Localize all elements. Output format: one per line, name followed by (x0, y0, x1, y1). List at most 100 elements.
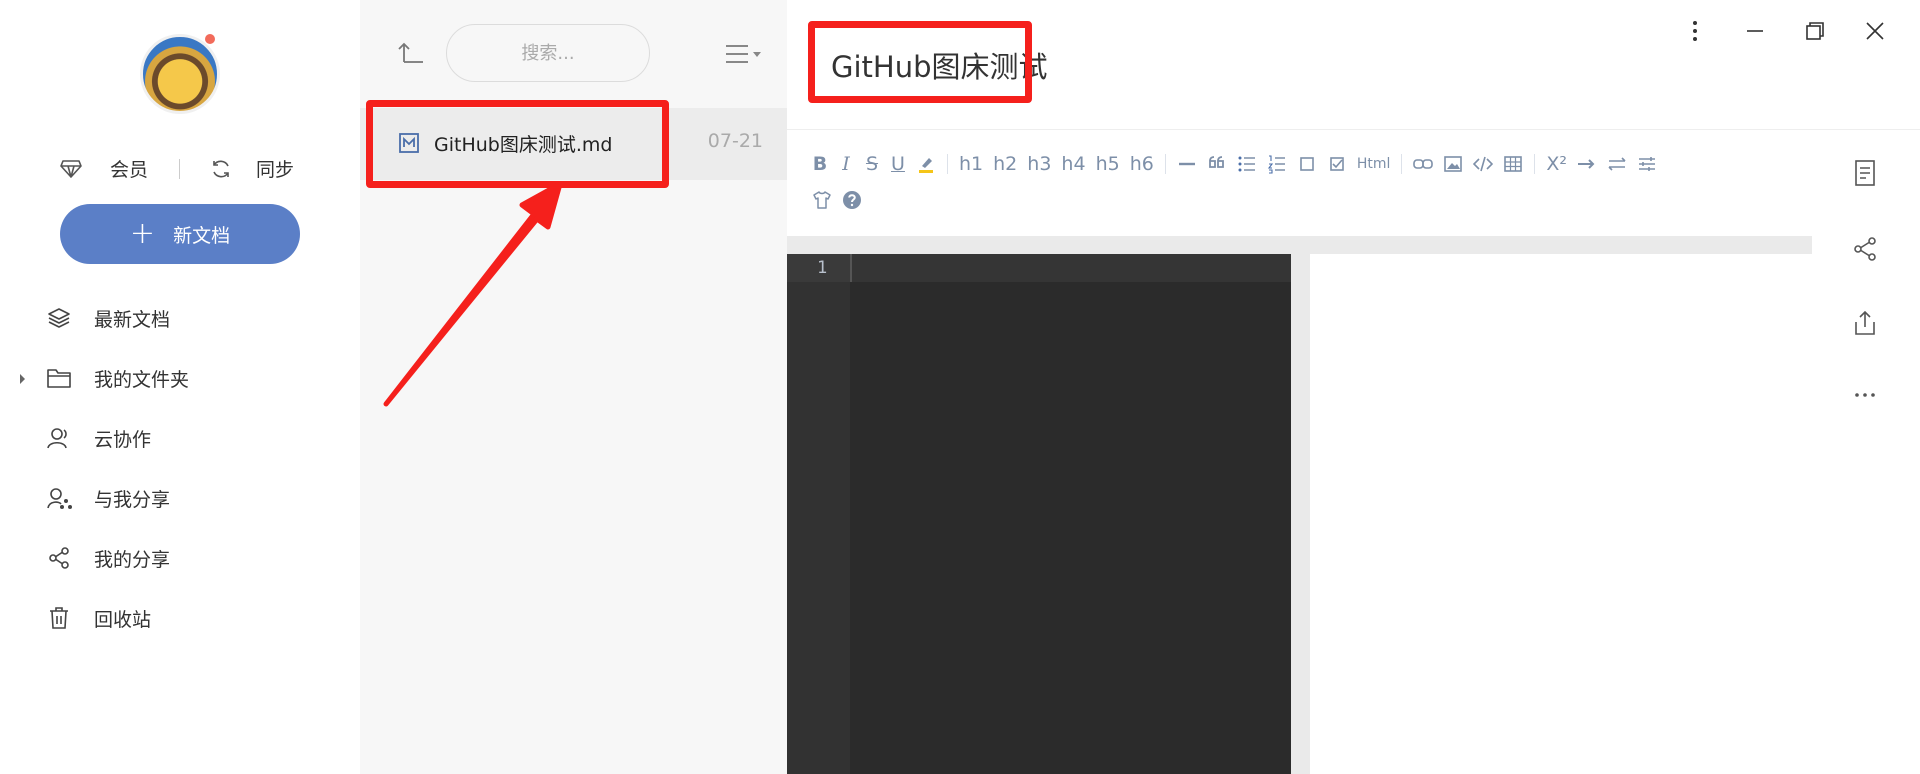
folder-icon (47, 369, 71, 388)
underline-button[interactable]: U (885, 149, 911, 179)
document-title[interactable]: GitHub图床测试 (831, 44, 1048, 86)
sidebar-nav: 最新文档 我的文件夹 云协作 与我分享 我的分享 回收站 (0, 288, 360, 648)
diamond-icon (60, 159, 82, 178)
file-list-panel: GitHub图床测试.md 07-21 (360, 0, 787, 774)
heading-5-button[interactable]: h5 (1091, 149, 1125, 179)
superscript-button[interactable]: X² (1541, 149, 1572, 179)
arrow-right-button[interactable] (1572, 149, 1602, 179)
bullet-list-button[interactable] (1232, 149, 1262, 179)
restore-icon[interactable] (1800, 16, 1830, 46)
bullet-list-icon (1238, 156, 1255, 172)
horizontal-rule-icon (1178, 162, 1195, 166)
editor-content-area: 1 (787, 236, 1812, 774)
markdown-file-icon (399, 133, 419, 153)
sidebar-item-label: 我的分享 (94, 548, 171, 571)
help-button[interactable] (837, 185, 867, 215)
layers-icon (48, 308, 70, 328)
editor-panel: GitHub图床测试 B I S U h1 h2 h3 h4 h5 h6 Htm… (787, 0, 1920, 774)
app-window: 会员 同步 + 新文档 最新文档 我的文件夹 云协作 与我分享 我的分享 回收站… (0, 0, 1920, 774)
current-line[interactable] (850, 254, 1291, 282)
html-button[interactable]: Html (1352, 149, 1396, 179)
heading-4-button[interactable]: h4 (1056, 149, 1090, 179)
sidebar-item-collab[interactable]: 云协作 (0, 408, 360, 468)
sidebar-item-label: 最新文档 (94, 308, 171, 331)
export-icon[interactable] (1850, 308, 1880, 338)
sync-icon (213, 160, 229, 177)
quote-button[interactable] (1202, 149, 1232, 179)
italic-button[interactable]: I (833, 149, 859, 179)
settings-button[interactable] (1632, 149, 1662, 179)
plus-icon: + (129, 216, 156, 251)
vip-button[interactable]: 会员 (60, 155, 148, 182)
horizontal-rule-button[interactable] (1172, 149, 1202, 179)
numbered-list-icon (1267, 155, 1285, 174)
minimize-icon[interactable] (1740, 16, 1770, 46)
toolbar-row-2 (807, 182, 867, 218)
close-icon[interactable] (1860, 16, 1890, 46)
sidebar-item-label: 我的文件夹 (94, 368, 190, 391)
file-name: GitHub图床测试.md (434, 134, 613, 156)
notification-dot (205, 34, 215, 44)
numbered-list-button[interactable] (1262, 149, 1292, 179)
right-toolbar (1812, 130, 1920, 774)
heading-6-button[interactable]: h6 (1125, 149, 1159, 179)
share-icon[interactable] (1850, 234, 1880, 264)
checkbox-checked-icon (1330, 157, 1344, 171)
highlight-button[interactable] (911, 149, 941, 179)
avatar[interactable] (140, 34, 220, 114)
toolbar-separator (1164, 154, 1166, 174)
checkbox-empty-icon (1300, 157, 1314, 171)
sync-label: 同步 (256, 159, 295, 181)
heading-1-button[interactable]: h1 (954, 149, 988, 179)
line-number: 1 (787, 254, 850, 282)
search-input[interactable] (446, 24, 650, 82)
code-button[interactable] (1468, 149, 1498, 179)
highlighter-icon (919, 158, 933, 173)
sync-button[interactable]: 同步 (210, 155, 294, 182)
file-list-item[interactable]: GitHub图床测试.md 07-21 (360, 108, 787, 180)
markdown-source-editor[interactable]: 1 (787, 254, 1291, 774)
strikethrough-button[interactable]: S (859, 149, 885, 179)
swap-arrows-icon (1608, 157, 1626, 171)
file-list-header (360, 0, 787, 100)
image-button[interactable] (1438, 149, 1468, 179)
more-vertical-icon[interactable] (1680, 16, 1710, 46)
theme-button[interactable] (807, 185, 837, 215)
link-icon (1413, 159, 1434, 169)
checkbox-button[interactable] (1292, 149, 1322, 179)
go-up-icon[interactable] (396, 38, 426, 68)
task-list-button[interactable] (1322, 149, 1352, 179)
outline-icon[interactable] (1850, 158, 1880, 188)
share-icon (49, 547, 69, 569)
arrow-right-icon (1578, 159, 1595, 169)
bold-button[interactable]: B (807, 149, 833, 179)
sidebar-item-recent[interactable]: 最新文档 (0, 288, 360, 348)
link-button[interactable] (1408, 149, 1438, 179)
table-button[interactable] (1498, 149, 1528, 179)
markdown-toolbar: B I S U h1 h2 h3 h4 h5 h6 Html X² (787, 130, 1812, 236)
new-document-button[interactable]: + 新文档 (60, 204, 300, 264)
expand-caret-icon[interactable] (20, 374, 25, 384)
sidebar-item-my-shares[interactable]: 我的分享 (0, 528, 360, 588)
window-controls (1680, 0, 1920, 60)
tshirt-icon (813, 191, 831, 209)
user-icon (47, 428, 67, 449)
sidebar-item-trash[interactable]: 回收站 (0, 588, 360, 648)
code-icon (1473, 156, 1494, 172)
more-horizontal-icon[interactable] (1850, 380, 1880, 410)
vip-label: 会员 (110, 159, 149, 181)
divider (179, 159, 180, 179)
toolbar-separator (947, 154, 948, 174)
heading-2-button[interactable]: h2 (988, 149, 1022, 179)
heading-3-button[interactable]: h3 (1022, 149, 1056, 179)
toolbar-separator (1534, 154, 1536, 174)
user-share-icon (47, 488, 72, 509)
sidebar-item-shared-with-me[interactable]: 与我分享 (0, 468, 360, 528)
toolbar-separator (1401, 154, 1403, 174)
table-icon (1504, 156, 1523, 172)
sidebar-item-folders[interactable]: 我的文件夹 (0, 348, 360, 408)
swap-button[interactable] (1602, 149, 1632, 179)
sort-menu-icon[interactable] (724, 42, 764, 66)
line-number-gutter (787, 254, 850, 774)
new-document-label: 新文档 (173, 224, 231, 247)
